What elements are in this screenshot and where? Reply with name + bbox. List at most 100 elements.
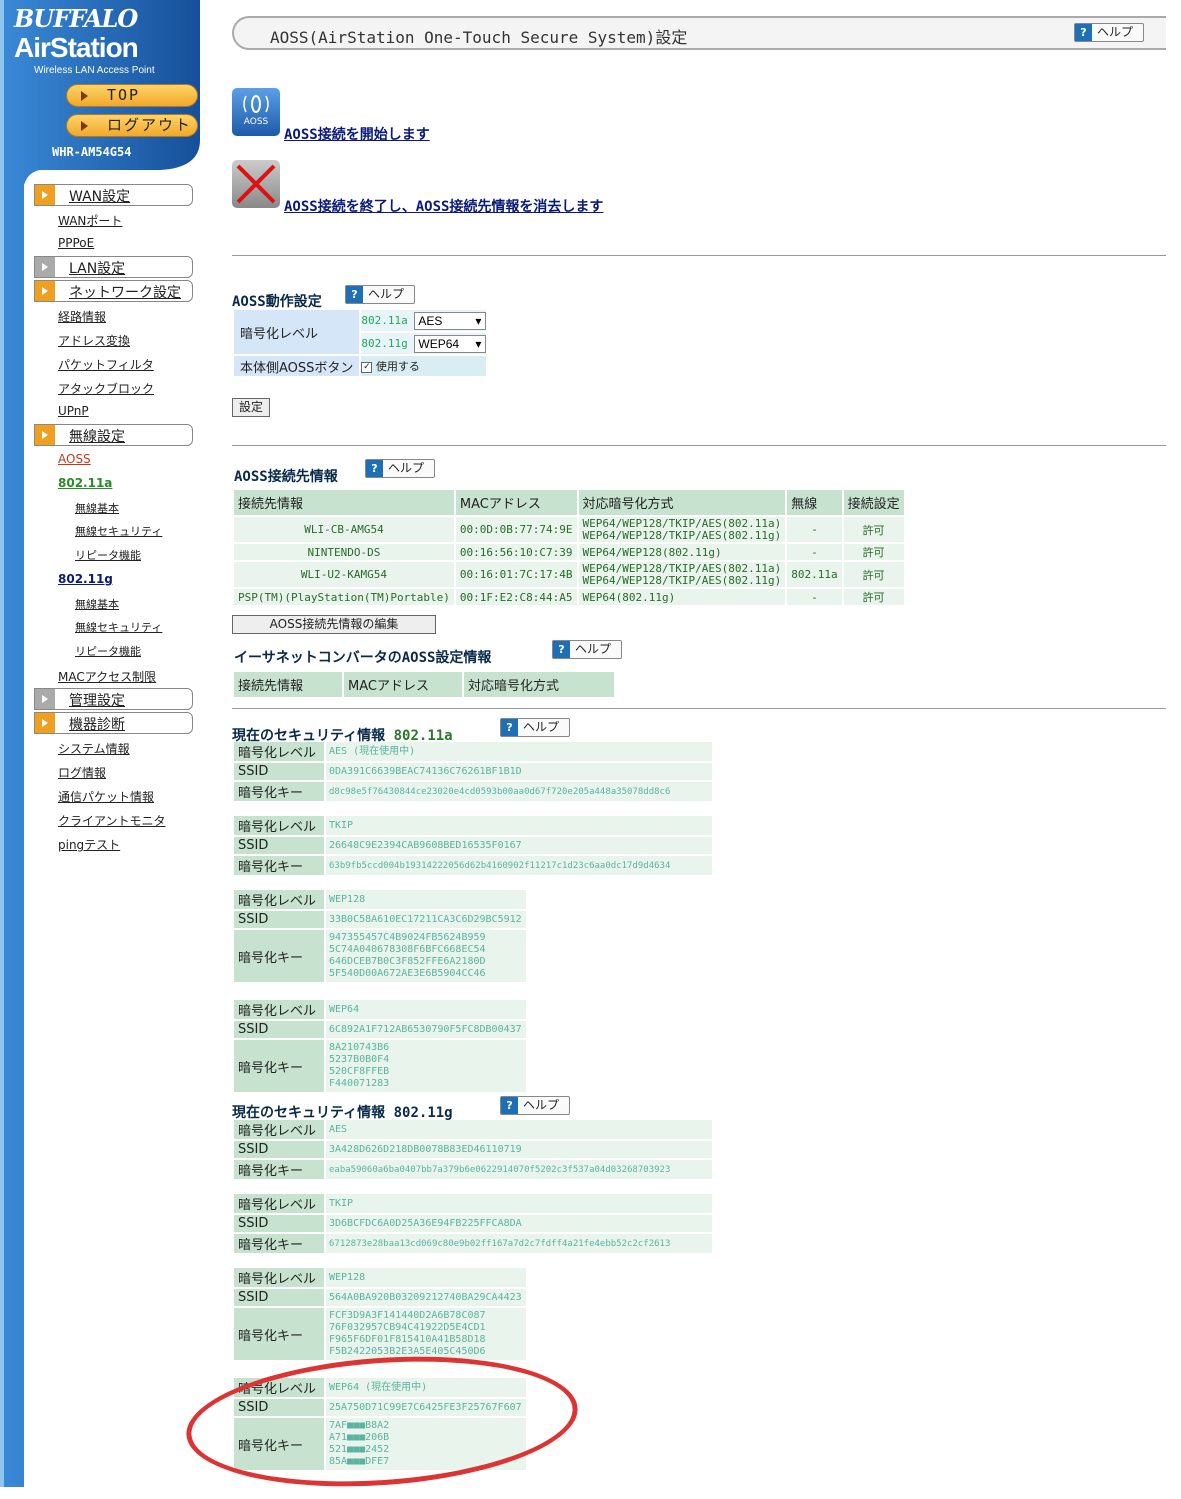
key-value: 6712873e28baa13cd069c80e9b02ff167a7d2c7f…: [326, 1234, 712, 1253]
nav-log[interactable]: ログ情報: [58, 764, 106, 781]
help-icon: ?: [346, 286, 363, 303]
key-value: d8c98e5f76430844ce23020e4cd0593b00aa0d67…: [326, 782, 712, 801]
section-diag[interactable]: 機器診断: [34, 712, 193, 734]
section-wireless[interactable]: 無線設定: [34, 424, 193, 446]
ether-table: 接続先情報 MACアドレス 対応暗号化方式: [232, 670, 616, 699]
logout-button[interactable]: ログアウト: [66, 114, 198, 137]
section-label: 無線設定: [69, 429, 125, 445]
aoss-start-link[interactable]: AOSS接続を開始します: [284, 124, 430, 144]
key-label: 暗号化キー: [234, 930, 324, 982]
nav-aoss[interactable]: AOSS: [58, 452, 91, 466]
nav-sysinfo[interactable]: システム情報: [58, 740, 130, 757]
col-header: 対応暗号化方式: [464, 672, 614, 697]
help-button[interactable]: ? ヘルプ: [500, 1096, 571, 1115]
nav-nat[interactable]: アドレス変換: [58, 332, 130, 349]
nav-route[interactable]: 経路情報: [58, 308, 106, 325]
nav-wan-port[interactable]: WANポート: [58, 212, 122, 229]
delete-x-icon: [236, 164, 276, 204]
table-row: WLI-U2-KAMG54 00:16:01:7C:17:4B WEP64/WE…: [234, 562, 904, 587]
page-title: AOSS(AirStation One-Touch Secure System)…: [270, 28, 688, 47]
help-label: ヘルプ: [368, 287, 405, 301]
edit-conn-button[interactable]: AOSS接続先情報の編集: [232, 615, 436, 634]
help-button[interactable]: ? ヘルプ: [1074, 23, 1145, 42]
nav-802-11g[interactable]: 802.11g: [58, 572, 113, 586]
nav-packet-filter[interactable]: パケットフィルタ: [58, 356, 154, 373]
nav-802-11a[interactable]: 802.11a: [58, 476, 112, 490]
op-table: 暗号化レベル 802.11a AES 802.11g WEP64 本体側AOSS…: [232, 308, 488, 378]
band-a-select[interactable]: AES: [414, 311, 487, 330]
help-icon: ?: [553, 641, 570, 658]
key-line: 646DCEB7B0C3F852FFE6A2180D: [329, 956, 486, 967]
aoss-end-link[interactable]: AOSS接続を終了し、AOSS接続先情報を消去します: [284, 196, 603, 216]
conn-heading: AOSS接続先情報: [234, 469, 338, 485]
section-arrow-icon: [35, 185, 55, 205]
nav-pppoe[interactable]: PPPoE: [58, 236, 94, 250]
aoss-end-icon[interactable]: [232, 160, 280, 208]
sec-a-tkip: 暗号化レベル TKIP SSID 26648C9E2394CAB9608BED165…: [232, 814, 714, 877]
nav-attack-block[interactable]: アタックブロック: [58, 380, 154, 397]
help-label: ヘルプ: [575, 642, 612, 656]
ssid-label: SSID: [234, 1289, 324, 1306]
nav-a-security[interactable]: 無線セキュリティ: [75, 523, 162, 539]
conn-enc: WEP64/WEP128/TKIP/AES(802.11a): [582, 561, 782, 575]
table-row: NINTENDO-DS 00:16:56:10:C7:39 WEP64/WEP1…: [234, 544, 904, 560]
set-button[interactable]: 設定: [232, 398, 270, 417]
ssid-label: SSID: [234, 911, 324, 928]
nav-upnp[interactable]: UPnP: [58, 404, 89, 418]
col-header: 接続先情報: [234, 490, 454, 515]
aoss-start-icon[interactable]: AOSS: [232, 88, 280, 136]
help-icon: ?: [366, 460, 383, 477]
conn-enc: WEP64/WEP128/TKIP/AES(802.11g): [582, 528, 782, 542]
key-line: 947355457C4B9024FB5624B959: [329, 932, 486, 943]
section-lan[interactable]: LAN設定: [34, 256, 193, 278]
help-button[interactable]: ? ヘルプ: [552, 640, 623, 659]
level-label: 暗号化レベル: [234, 1268, 324, 1287]
help-button[interactable]: ? ヘルプ: [345, 285, 416, 304]
ssid-value: 6C892A1F712AB6530790F5FC8DB00437: [326, 1021, 526, 1038]
band-g-select[interactable]: WEP64: [414, 334, 487, 353]
help-icon: ?: [501, 1097, 518, 1114]
section-network[interactable]: ネットワーク設定: [34, 280, 193, 302]
ssid-label: SSID: [234, 1141, 324, 1158]
conn-name: NINTENDO-DS: [234, 544, 454, 560]
aoss-signal-icon: AOSS: [243, 95, 269, 127]
aoss-button-label: 本体側AOSSボタン: [234, 356, 360, 376]
col-header: 接続設定: [843, 490, 904, 515]
help-label: ヘルプ: [523, 1098, 560, 1112]
ssid-label: SSID: [234, 1021, 324, 1038]
key-line: F965F6DF01F815410A41B58D18: [329, 1334, 486, 1345]
nav-ping[interactable]: pingテスト: [58, 836, 120, 853]
annotation-circle: [182, 1344, 582, 1499]
help-button[interactable]: ? ヘルプ: [500, 718, 571, 737]
band-g-cell: 802.11g WEP64: [361, 333, 487, 354]
nav-mac-access[interactable]: MACアクセス制限: [58, 668, 156, 685]
nav-g-basic[interactable]: 無線基本: [75, 596, 119, 612]
level-value: WEP64: [326, 1000, 526, 1019]
level-label: 暗号化レベル: [234, 1000, 324, 1019]
use-checkbox[interactable]: ✓: [361, 361, 373, 373]
divider: [232, 255, 1166, 256]
section-arrow-icon: [35, 257, 55, 277]
nav-g-repeater[interactable]: リピータ機能: [75, 643, 141, 659]
section-wan[interactable]: WAN設定: [34, 184, 193, 206]
band-a-cell: 802.11a AES: [361, 310, 487, 331]
nav-packet-info[interactable]: 通信パケット情報: [58, 788, 154, 805]
nav-a-basic[interactable]: 無線基本: [75, 500, 119, 516]
help-button[interactable]: ? ヘルプ: [365, 459, 436, 478]
key-label: 暗号化キー: [234, 856, 324, 875]
nav-a-repeater[interactable]: リピータ機能: [75, 547, 141, 563]
section-arrow-icon: [35, 689, 55, 709]
section-admin[interactable]: 管理設定: [34, 688, 193, 710]
band-a-label: 802.11a: [361, 313, 408, 327]
product-logo: AirStation: [14, 32, 139, 63]
level-label: 暗号化レベル: [234, 1194, 324, 1213]
ssid-value: 564A0BA920B03209212740BA29CA4423: [326, 1289, 526, 1306]
nav-g-security[interactable]: 無線セキュリティ: [75, 619, 162, 635]
nav-client-monitor[interactable]: クライアントモニタ: [58, 812, 166, 829]
key-line: FCF3D9A3F141440D2A6B78C087: [329, 1310, 486, 1321]
top-button[interactable]: TOP: [66, 84, 198, 107]
conn-radio: 802.11a: [787, 562, 842, 587]
table-row: PSP(TM)(PlayStation(TM)Portable) 00:1F:E…: [234, 589, 904, 605]
key-label: 暗号化キー: [234, 1308, 324, 1360]
level-value: WEP128: [326, 890, 526, 909]
